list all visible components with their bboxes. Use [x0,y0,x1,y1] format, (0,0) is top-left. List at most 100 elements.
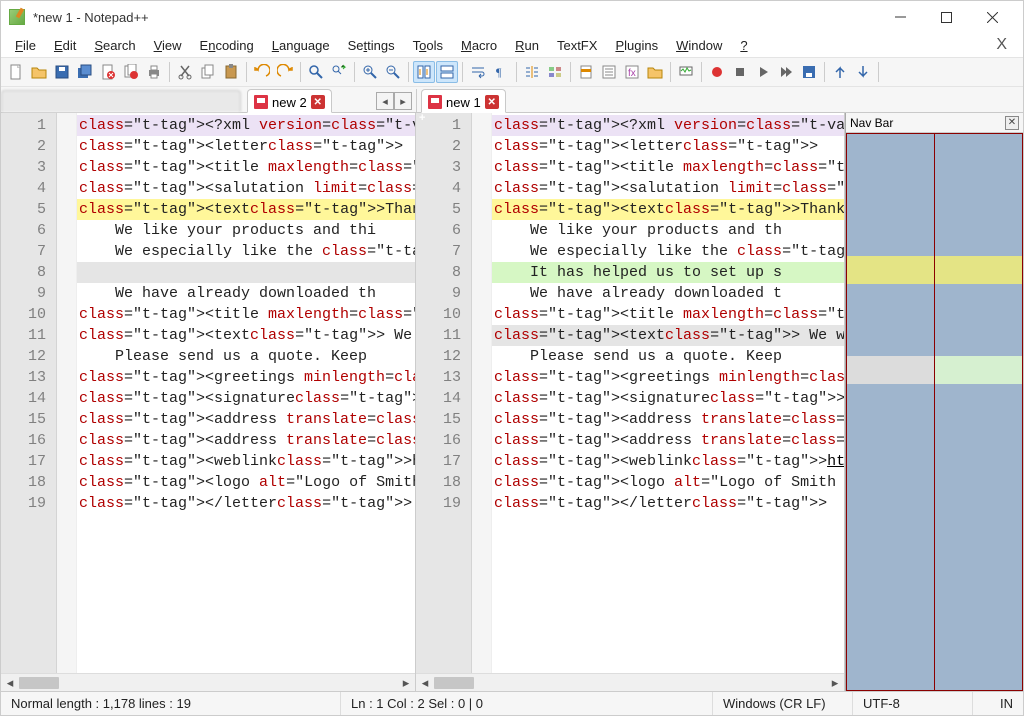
save-all-icon[interactable] [74,61,96,83]
right-hscrollbar[interactable]: ◂ ▸ [416,673,844,691]
status-insert-mode[interactable]: IN [973,692,1023,715]
code-line[interactable]: class="t-tag"></letterclass="t-tag">> [492,493,844,514]
record-macro-icon[interactable] [706,61,728,83]
tab-new-2[interactable]: new 2 ✕ [247,89,332,113]
save-macro-icon[interactable] [798,61,820,83]
tab-scroll-right[interactable]: ▸ [394,92,412,110]
scroll-left-icon[interactable]: ◂ [416,675,434,691]
code-line[interactable]: class="t-tag"><letterclass="t-tag">> [492,136,844,157]
code-line[interactable]: class="t-tag"><letterclass="t-tag">> [77,136,415,157]
menu-settings[interactable]: Settings [340,36,403,55]
indent-guide-icon[interactable] [521,61,543,83]
code-line[interactable]: We have already downloaded t [492,283,844,304]
code-line[interactable]: It has helped us to set up s [492,262,844,283]
code-line[interactable]: class="t-tag"><address translate=class="… [492,409,844,430]
scroll-right-icon[interactable]: ▸ [826,675,844,691]
menu-run[interactable]: Run [507,36,547,55]
code-line[interactable]: class="t-tag"><address translate=class="… [492,430,844,451]
menu-encoding[interactable]: Encoding [192,36,262,55]
left-gutter[interactable]: 12345678910111213141516171819 [1,113,57,673]
code-line[interactable]: We like your products and thi [77,220,415,241]
scroll-right-icon[interactable]: ▸ [397,675,415,691]
code-line[interactable]: class="t-tag"><weblinkclass="t-tag">>htt… [77,451,415,472]
close-file-icon[interactable] [97,61,119,83]
wordwrap-icon[interactable] [467,61,489,83]
redo-icon[interactable] [274,61,296,83]
code-line[interactable]: class="t-tag"><salutation limit=class="t… [492,178,844,199]
doc-list-icon[interactable] [598,61,620,83]
menu-textfx[interactable]: TextFX [549,36,605,55]
new-file-icon[interactable] [5,61,27,83]
close-document-button[interactable]: X [986,36,1017,54]
minimize-button[interactable] [877,2,923,32]
close-all-icon[interactable] [120,61,142,83]
code-line[interactable]: class="t-tag"><title maxlength=class="t-… [492,157,844,178]
menu-window[interactable]: Window [668,36,730,55]
code-line[interactable]: class="t-tag"><?xml version=class="t-val… [492,115,844,136]
code-line[interactable]: class="t-tag"><textclass="t-tag">> We wo… [77,325,415,346]
tab-close-icon[interactable]: ✕ [311,95,325,109]
sync-vscroll-icon[interactable] [413,61,435,83]
code-line[interactable]: We like your products and th [492,220,844,241]
stop-macro-icon[interactable] [729,61,751,83]
menu-view[interactable]: View [146,36,190,55]
play-macro-icon[interactable] [752,61,774,83]
code-line[interactable]: We especially like the class="t-tag"><co… [77,241,415,262]
udl-icon[interactable] [544,61,566,83]
code-line[interactable]: class="t-tag"><address translate=class="… [77,430,415,451]
right-code-area[interactable]: class="t-tag"><?xml version=class="t-val… [492,113,844,673]
code-line[interactable]: class="t-tag"><textclass="t-tag">> We wo… [492,325,844,346]
tab-scroll-left[interactable]: ◂ [376,92,394,110]
tab-new-1[interactable]: new 1 ✕ [421,89,506,113]
menu-edit[interactable]: Edit [46,36,84,55]
code-line[interactable]: class="t-tag"><salutation limit=class="t… [77,178,415,199]
code-line[interactable]: class="t-tag"></letterclass="t-tag">> [77,493,415,514]
cut-icon[interactable] [174,61,196,83]
code-line[interactable] [77,262,415,283]
replace-icon[interactable] [328,61,350,83]
compare-prev-icon[interactable] [829,61,851,83]
code-line[interactable]: class="t-tag"><weblinkclass="t-tag">>htt… [492,451,844,472]
code-line[interactable]: class="t-tag"><title maxlength=class="t-… [77,304,415,325]
code-line[interactable]: class="t-tag"><logo alt="Logo of Smith a… [492,472,844,493]
code-line[interactable]: class="t-tag"><signatureclass="t-tag">> … [77,388,415,409]
code-line[interactable]: class="t-tag"><title maxlength=class="t-… [77,157,415,178]
navbar-map[interactable] [846,133,1023,691]
show-all-chars-icon[interactable]: ¶ [490,61,512,83]
status-eol[interactable]: Windows (CR LF) [713,692,853,715]
code-line[interactable]: Please send us a quote. Keep [492,346,844,367]
find-icon[interactable] [305,61,327,83]
function-list-icon[interactable]: fx [621,61,643,83]
undo-icon[interactable] [251,61,273,83]
paste-icon[interactable] [220,61,242,83]
code-line[interactable]: class="t-tag"><textclass="t-tag">>Thank … [492,199,844,220]
save-icon[interactable] [51,61,73,83]
menu-search[interactable]: Search [86,36,143,55]
copy-icon[interactable] [197,61,219,83]
code-line[interactable]: We especially like the class="t-tag"><co… [492,241,844,262]
status-encoding[interactable]: UTF-8 [853,692,973,715]
left-hscrollbar[interactable]: ◂ ▸ [1,673,415,691]
code-line[interactable]: class="t-tag"><greetings minlength=class… [77,367,415,388]
monitoring-icon[interactable] [675,61,697,83]
code-line[interactable]: class="t-tag"><logo alt="Logo of Smith a… [77,472,415,493]
code-line[interactable]: class="t-tag"><greetings minlength=class… [492,367,844,388]
code-line[interactable]: We have already downloaded th [77,283,415,304]
code-line[interactable]: class="t-tag"><signatureclass="t-tag">> … [492,388,844,409]
folder-workspace-icon[interactable] [644,61,666,83]
code-line[interactable]: class="t-tag"><title maxlength=class="t-… [492,304,844,325]
menu-tools[interactable]: Tools [405,36,451,55]
close-button[interactable] [969,2,1015,32]
menu-help[interactable]: ? [732,36,755,55]
sync-hscroll-icon[interactable] [436,61,458,83]
maximize-button[interactable] [923,2,969,32]
menu-language[interactable]: Language [264,36,338,55]
print-icon[interactable] [143,61,165,83]
doc-map-icon[interactable] [575,61,597,83]
menu-file[interactable]: File [7,36,44,55]
tab-close-icon[interactable]: ✕ [485,95,499,109]
tab-inactive-left[interactable] [1,90,241,112]
play-multi-icon[interactable] [775,61,797,83]
code-line[interactable]: class="t-tag"><?xml version=class="t-val… [77,115,415,136]
menu-macro[interactable]: Macro [453,36,505,55]
